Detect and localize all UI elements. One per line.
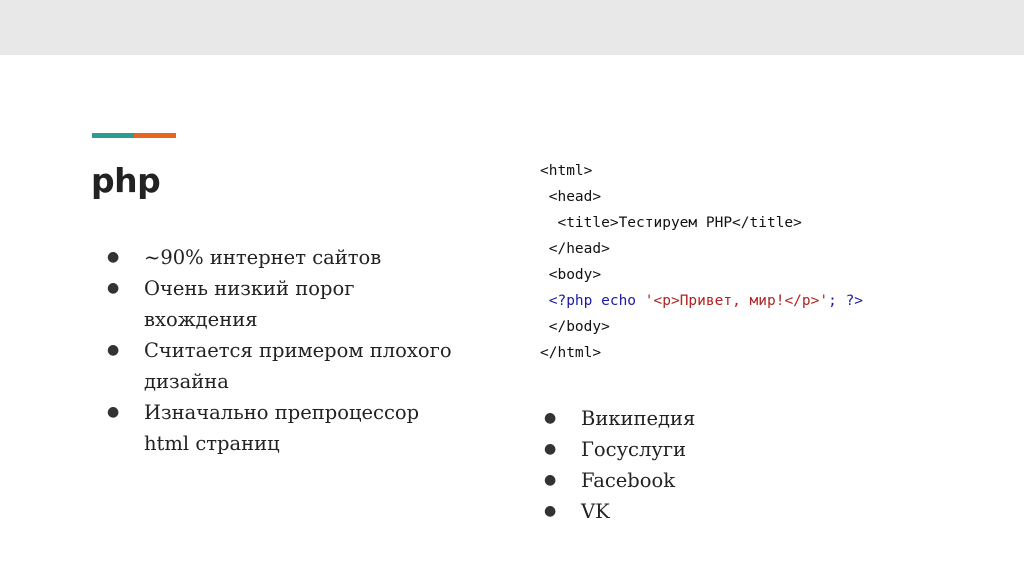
left-bullet-list: ● ~90% интернет сайтов ● Очень низкий поро… [107,242,467,459]
bullet-icon: ● [544,503,557,519]
list-item: ● ~90% интернет сайтов [107,242,467,273]
list-item: ● Facebook [544,465,844,496]
list-item: ● Госуслуги [544,434,844,465]
code-line: </head> [540,241,610,257]
php-close-tag: ; ?> [828,293,864,309]
slide: php ● ~90% интернет сайтов ● Очень низкий … [0,55,1024,576]
title-accent-bar [92,133,176,138]
slide-title: php [91,161,161,200]
php-open-tag: <?php [540,293,593,309]
code-line: <body> [540,267,602,283]
code-line: </body> [540,319,610,335]
top-bar [0,0,1024,55]
list-item-text: Facebook [581,469,676,492]
bullet-icon: ● [107,404,120,420]
code-snippet: <html> <head> <title>Тестируем PHP</titl… [540,158,863,366]
bullet-icon: ● [107,249,120,265]
code-line: </html> [540,345,602,361]
accent-orange-segment [134,133,176,138]
accent-teal-segment [92,133,134,138]
list-item: ● Считается примером плохого дизайна [107,335,467,397]
bullet-icon: ● [544,472,557,488]
code-line: <html> [540,163,593,179]
right-bullet-list: ● Википедия ● Госуслуги ● Facebook ● VK [544,403,844,527]
list-item-text: Изначально препроцессор html страниц [144,401,420,455]
code-line-php: <?php echo '<p>Привет, мир!</p>'; ?> [540,288,863,314]
code-line: <title>Тестируем PHP</title> [540,215,802,231]
list-item: ● Википедия [544,403,844,434]
list-item-text: Википедия [581,407,696,430]
bullet-icon: ● [544,441,557,457]
bullet-icon: ● [107,342,120,358]
code-line: <head> [540,189,602,205]
list-item-text: VK [581,500,610,523]
bullet-icon: ● [544,410,557,426]
bullet-icon: ● [107,280,120,296]
list-item: ● VK [544,496,844,527]
list-item: ● Изначально препроцессор html страниц [107,397,467,459]
list-item-text: ~90% интернет сайтов [144,246,382,269]
list-item-text: Госуслуги [581,438,687,461]
list-item: ● Очень низкий порог вхождения [107,273,467,335]
list-item-text: Считается примером плохого дизайна [144,339,452,393]
list-item-text: Очень низкий порог вхождения [144,277,355,331]
php-string-literal: '<p>Привет, мир!</p>' [636,293,829,309]
php-echo-keyword: echo [592,293,637,309]
